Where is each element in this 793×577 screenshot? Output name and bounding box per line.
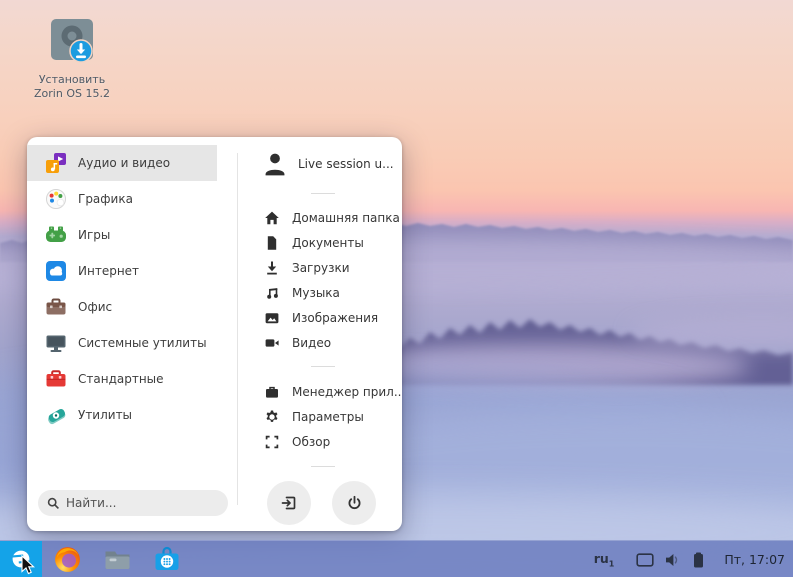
clock[interactable]: Пт, 17:07 xyxy=(724,552,785,567)
menu-divider xyxy=(311,366,335,367)
category-audio-video[interactable]: Аудио и видео xyxy=(27,145,217,181)
graphics-icon xyxy=(46,189,66,209)
menu-item-label: Обзор xyxy=(292,434,331,449)
video-icon xyxy=(265,338,279,347)
menu-divider xyxy=(311,193,335,194)
menu-item-label: Параметры xyxy=(292,409,364,424)
taskbar-app-file-manager[interactable] xyxy=(92,541,142,577)
menu-item-software-manager[interactable]: Менеджер прил... xyxy=(264,379,402,404)
search-field[interactable] xyxy=(38,490,228,516)
place-documents[interactable]: Документы xyxy=(264,230,402,255)
category-label: Игры xyxy=(78,228,111,242)
user-avatar-icon xyxy=(265,153,285,176)
desktop-icon-install-zorin[interactable]: Установить Zorin OS 15.2 xyxy=(17,18,127,102)
app-menu-panel: Аудио и видео Графика Игры Интернет Офис… xyxy=(27,137,402,531)
category-utilities[interactable]: Утилиты xyxy=(27,397,217,433)
taskbar-app-firefox[interactable] xyxy=(42,541,92,577)
category-system-tools[interactable]: Системные утилиты xyxy=(27,325,217,361)
music-icon xyxy=(267,287,278,299)
place-label: Документы xyxy=(292,235,364,250)
category-label: Системные утилиты xyxy=(78,336,207,350)
internet-icon xyxy=(46,261,66,281)
category-label: Аудио и видео xyxy=(78,156,171,170)
taskbar-app-software-store[interactable] xyxy=(142,541,192,577)
category-label: Стандартные xyxy=(78,372,164,386)
display-icon[interactable] xyxy=(636,552,654,567)
menu-item-settings[interactable]: Параметры xyxy=(264,404,402,429)
logout-button[interactable] xyxy=(267,481,311,525)
firefox-icon xyxy=(54,546,80,572)
power-button[interactable] xyxy=(332,481,376,525)
keyboard-layout-indicator[interactable]: ru1 xyxy=(594,551,615,569)
place-label: Загрузки xyxy=(292,260,350,275)
overview-corners-icon xyxy=(265,435,279,448)
document-icon xyxy=(267,235,277,250)
menu-vertical-divider xyxy=(237,153,238,505)
software-manager-icon xyxy=(266,386,278,398)
utilities-icon xyxy=(48,408,66,425)
store-bag-icon xyxy=(155,546,179,570)
image-icon xyxy=(265,312,279,323)
place-home[interactable]: Домашняя папка xyxy=(264,205,402,230)
settings-gear-icon xyxy=(266,410,278,422)
place-label: Домашняя папка xyxy=(292,210,400,225)
category-label: Интернет xyxy=(78,264,140,278)
menu-divider xyxy=(311,466,335,467)
menu-item-overview[interactable]: Обзор xyxy=(264,429,402,454)
place-music[interactable]: Музыка xyxy=(264,280,402,305)
zorin-menu-button[interactable] xyxy=(0,540,42,577)
desktop-icon-label: Установить Zorin OS 15.2 xyxy=(34,73,110,101)
system-list: Менеджер прил... Параметры Обзор xyxy=(264,379,402,454)
place-label: Видео xyxy=(292,335,332,350)
accessories-icon xyxy=(46,370,66,387)
audio-video-icon xyxy=(46,153,66,173)
logout-icon xyxy=(281,496,296,510)
menu-item-label: Менеджер прил... xyxy=(292,384,402,399)
system-tray: ru1 Пт, 17:07 xyxy=(594,541,785,577)
category-label: Офис xyxy=(78,300,113,314)
place-label: Музыка xyxy=(292,285,340,300)
user-session-item[interactable]: Live session u... xyxy=(262,151,394,177)
zorin-logo-icon xyxy=(10,550,32,568)
category-graphics[interactable]: Графика xyxy=(27,181,217,217)
category-internet[interactable]: Интернет xyxy=(27,253,217,289)
volume-icon[interactable] xyxy=(665,553,682,567)
user-session-label: Live session u... xyxy=(298,157,394,171)
desktop[interactable]: Установить Zorin OS 15.2 Аудио и видео Г… xyxy=(0,0,793,577)
office-icon xyxy=(46,298,66,315)
search-input[interactable] xyxy=(66,496,219,510)
category-list: Аудио и видео Графика Игры Интернет Офис… xyxy=(27,145,217,433)
category-label: Графика xyxy=(78,192,133,206)
taskbar: ru1 Пт, 17:07 xyxy=(0,540,793,577)
category-games[interactable]: Игры xyxy=(27,217,217,253)
places-list: Домашняя папка Документы Загрузки Музыка… xyxy=(264,205,402,355)
folder-icon xyxy=(105,551,129,569)
place-label: Изображения xyxy=(292,310,379,325)
disk-install-icon xyxy=(51,19,93,63)
system-tools-icon xyxy=(46,335,66,352)
download-icon xyxy=(267,261,277,274)
place-pictures[interactable]: Изображения xyxy=(264,305,402,330)
category-office[interactable]: Офис xyxy=(27,289,217,325)
category-accessories[interactable]: Стандартные xyxy=(27,361,217,397)
place-downloads[interactable]: Загрузки xyxy=(264,255,402,280)
home-icon xyxy=(265,211,279,224)
battery-icon[interactable] xyxy=(693,552,704,568)
power-icon xyxy=(348,495,360,509)
category-label: Утилиты xyxy=(78,408,133,422)
search-icon xyxy=(47,497,59,509)
place-videos[interactable]: Видео xyxy=(264,330,402,355)
games-icon xyxy=(46,226,66,242)
